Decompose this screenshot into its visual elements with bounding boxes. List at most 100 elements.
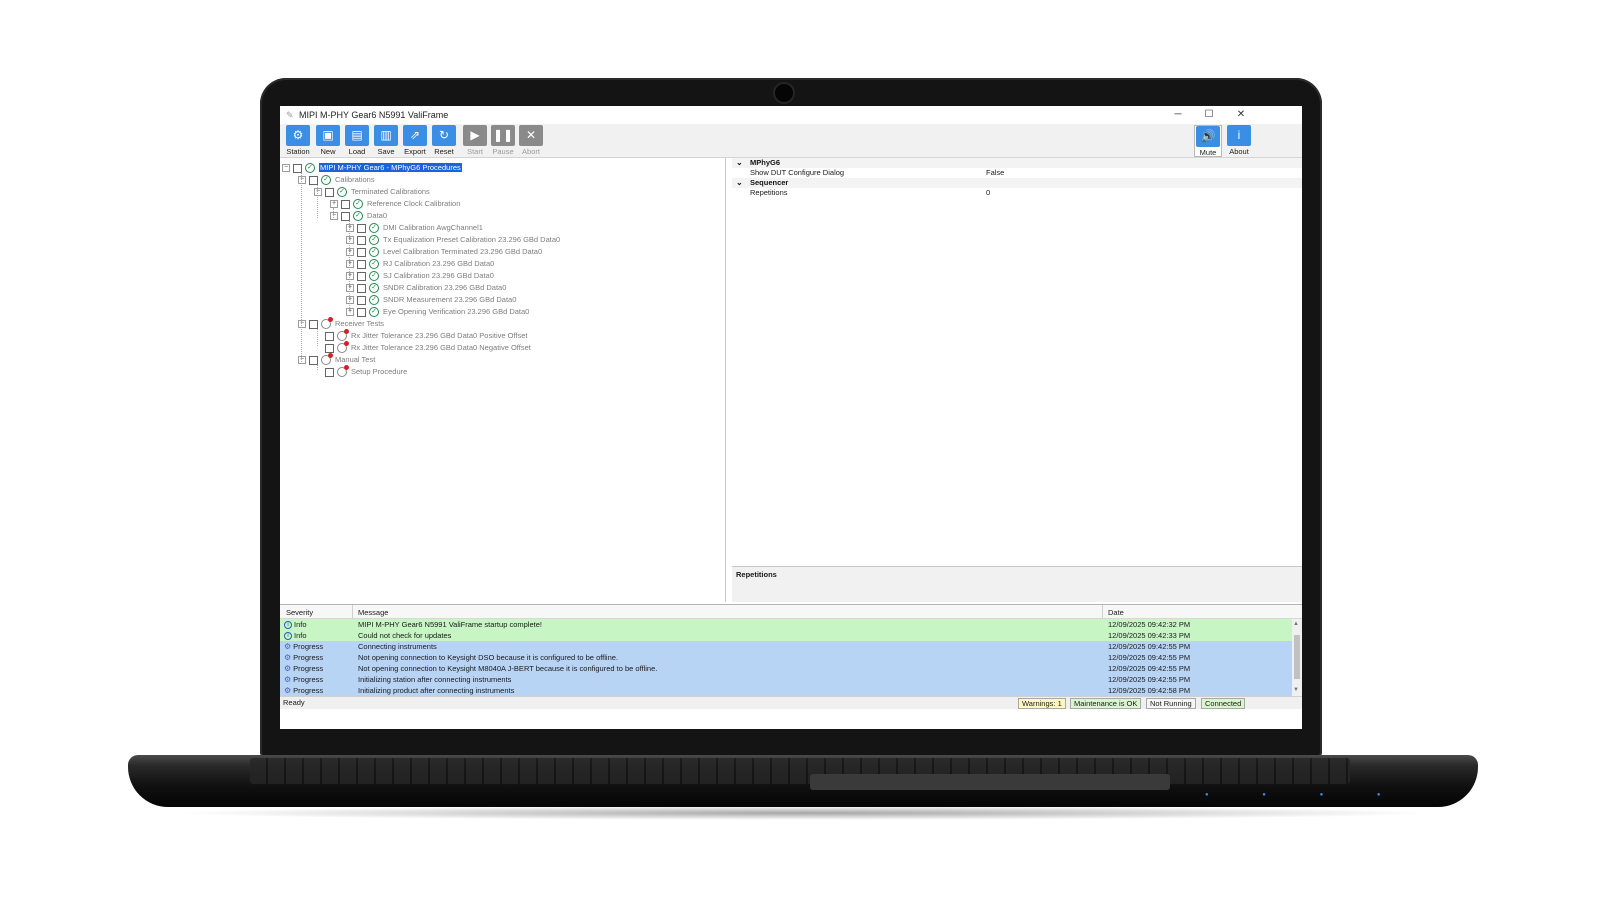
collapse-icon[interactable]: − (298, 320, 306, 329)
expand-icon[interactable]: + (346, 308, 354, 317)
collapse-icon[interactable]: − (298, 176, 306, 185)
tree-item-terminated[interactable]: − ✓ Terminated Calibrations (314, 186, 430, 198)
checkbox[interactable] (357, 283, 366, 293)
pass-icon: ✓ (321, 175, 331, 186)
expand-icon[interactable]: + (346, 260, 354, 269)
tree-item-receiver-tests[interactable]: − Receiver Tests (298, 317, 384, 330)
station-label: Station (286, 147, 310, 156)
checkbox[interactable] (357, 247, 366, 257)
station-button[interactable]: ⚙ Station (284, 125, 312, 157)
mute-button[interactable]: 🔊 Mute (1194, 125, 1222, 157)
load-label: Load (348, 147, 366, 156)
chevron-down-icon[interactable]: ⌄ (736, 178, 743, 188)
checkbox[interactable] (357, 223, 366, 233)
collapse-icon[interactable]: − (298, 356, 306, 365)
abort-button[interactable]: ✕ Abort (517, 125, 545, 157)
reset-label: Reset (434, 147, 454, 156)
tree-root[interactable]: − ✓ MIPI M-PHY Gear6 - MPhyG6 Procedures (282, 162, 462, 174)
property-category[interactable]: ⌄ Sequencer (732, 178, 1302, 188)
app-window: ✎ MIPI M-PHY Gear6 N5991 ValiFrame ─ ☐ ✕… (280, 106, 1302, 729)
log-row[interactable]: ⚙ Progress Initializing station after con… (280, 674, 1292, 685)
property-row[interactable]: Repetitions 0 (732, 188, 1302, 198)
checkbox[interactable] (325, 187, 334, 197)
property-row[interactable]: Show DUT Configure Dialog False (732, 168, 1302, 178)
maximize-button[interactable]: ☐ (1196, 108, 1222, 122)
minimize-button[interactable]: ─ (1165, 108, 1191, 122)
column-severity[interactable]: Severity (286, 608, 313, 617)
tree-label: Reference Clock Calibration (367, 199, 461, 208)
tree-item-test[interactable]: + ✓ Level Calibration Terminated 23.296 GB… (346, 246, 542, 258)
tree-item-test[interactable]: + ✓ SJ Calibration 23.296 GBd Data0 (346, 270, 494, 282)
expand-icon[interactable]: + (346, 236, 354, 245)
checkbox[interactable] (309, 175, 318, 185)
tree-item-test[interactable]: + ✓ SNDR Calibration 23.296 GBd Data0 (346, 282, 506, 294)
tree-item-data0[interactable]: − ✓ Data0 (330, 210, 387, 222)
reset-button[interactable]: ↻ Reset (430, 125, 458, 157)
expand-icon[interactable]: + (330, 200, 338, 209)
log-row[interactable]: ⚙ Progress Connecting instruments 12/09/2… (280, 641, 1292, 652)
property-value[interactable]: 0 (986, 188, 990, 198)
tree-item-rx-negative[interactable]: Rx Jitter Tolerance 23.296 GBd Data0 Neg… (325, 341, 531, 354)
property-category[interactable]: ⌄ MPhyG6 (732, 158, 1302, 168)
checkbox[interactable] (341, 199, 350, 209)
expand-icon[interactable]: + (346, 272, 354, 281)
collapse-icon[interactable]: − (314, 188, 322, 197)
checkbox[interactable] (293, 163, 302, 173)
tree-item-calibrations[interactable]: − ✓ Calibrations (298, 174, 375, 186)
checkbox[interactable] (341, 211, 350, 221)
collapse-icon[interactable]: − (330, 212, 338, 221)
expand-icon[interactable]: + (346, 224, 354, 233)
start-button[interactable]: ▶ Start (461, 125, 489, 157)
checkbox[interactable] (325, 331, 334, 341)
log-row[interactable]: ⚙ Progress Not opening connection to Keys… (280, 652, 1292, 663)
checkbox[interactable] (325, 343, 334, 353)
pause-button[interactable]: ❚❚ Pause (489, 125, 517, 157)
save-button[interactable]: ▥ Save (372, 125, 400, 157)
property-value[interactable]: False (986, 168, 1004, 178)
checkbox[interactable] (357, 307, 366, 317)
log-row[interactable]: ⚙ Progress Initializing product after con… (280, 685, 1292, 696)
export-button[interactable]: ⇗ Export (401, 125, 429, 157)
collapse-icon[interactable]: − (282, 164, 290, 173)
log-row[interactable]: i Info Could not check for updates 12/09/… (280, 630, 1292, 641)
expand-icon[interactable]: + (346, 248, 354, 257)
tree-item-test[interactable]: + ✓ SNDR Measurement 23.296 GBd Data0 (346, 294, 516, 306)
column-message[interactable]: Message (358, 608, 388, 617)
procedure-tree: − ✓ MIPI M-PHY Gear6 - MPhyG6 Procedures −… (280, 158, 726, 602)
maintenance-badge[interactable]: Maintenance is OK (1070, 698, 1142, 709)
log-scrollbar[interactable]: ▲ ▼ (1292, 619, 1302, 697)
chevron-down-icon[interactable]: ⌄ (736, 158, 743, 168)
checkbox[interactable] (357, 259, 366, 269)
about-button[interactable]: i About (1225, 125, 1253, 157)
tree-label: Rx Jitter Tolerance 23.296 GBd Data0 Pos… (351, 331, 528, 340)
warnings-badge[interactable]: Warnings: 1 (1018, 698, 1066, 709)
checkbox[interactable] (325, 367, 334, 377)
scroll-up-icon[interactable]: ▲ (1293, 621, 1299, 627)
tree-item-test[interactable]: + ✓ DMI Calibration AwgChannel1 (346, 222, 483, 234)
pass-icon: ✓ (353, 211, 363, 222)
checkbox[interactable] (357, 271, 366, 281)
new-button[interactable]: ▣ New (314, 125, 342, 157)
scroll-down-icon[interactable]: ▼ (1293, 687, 1299, 693)
checkbox[interactable] (357, 295, 366, 305)
checkbox[interactable] (309, 355, 318, 365)
checkbox[interactable] (309, 319, 318, 329)
expand-icon[interactable]: + (346, 296, 354, 305)
tree-item-ref-clock[interactable]: + ✓ Reference Clock Calibration (330, 198, 460, 210)
tree-item-test[interactable]: + ✓ Tx Equalization Preset Calibration 23.… (346, 234, 560, 246)
tree-item-test[interactable]: + ✓ RJ Calibration 23.296 GBd Data0 (346, 258, 494, 270)
expand-icon[interactable]: + (346, 284, 354, 293)
log-row[interactable]: ⚙ Progress Not opening connection to Keys… (280, 663, 1292, 674)
speaker-icon: 🔊 (1196, 126, 1220, 147)
scroll-thumb[interactable] (1294, 635, 1300, 679)
column-date[interactable]: Date (1108, 608, 1124, 617)
tree-item-rx-positive[interactable]: Rx Jitter Tolerance 23.296 GBd Data0 Pos… (325, 329, 528, 342)
tree-item-manual-test[interactable]: − Manual Test (298, 353, 375, 366)
log-row[interactable]: i Info MIPI M-PHY Gear6 N5991 ValiFrame s… (280, 619, 1292, 630)
load-button[interactable]: ▤ Load (343, 125, 371, 157)
tree-item-setup-procedure[interactable]: Setup Procedure (325, 365, 407, 378)
tree-item-test[interactable]: + ✓ Eye Opening Verification 23.296 GBd Da… (346, 306, 529, 318)
save-icon: ▥ (374, 125, 398, 146)
close-button[interactable]: ✕ (1228, 108, 1254, 122)
checkbox[interactable] (357, 235, 366, 245)
